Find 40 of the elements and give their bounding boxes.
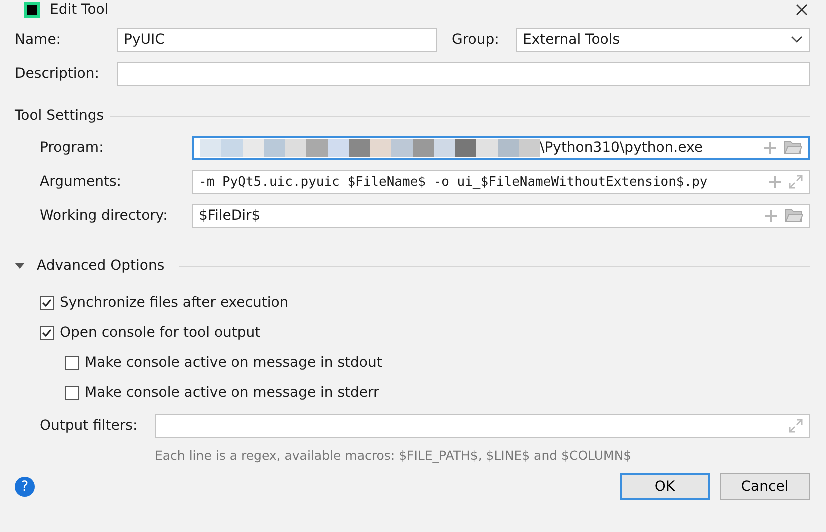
field-label: Name: bbox=[15, 32, 62, 48]
hint-text: Each line is a regex, available macros: $FILE_PATH$, $LINE$ and $COLUMN$ bbox=[155, 448, 633, 463]
field-label: Working directory: bbox=[40, 208, 169, 224]
field-label: Output filters: bbox=[40, 418, 139, 434]
checkbox-label[interactable]: Make console active on message in stdout bbox=[85, 355, 382, 371]
section-heading[interactable]: Advanced Options bbox=[37, 258, 165, 274]
group-dropdown[interactable]: External Tools bbox=[516, 28, 810, 52]
input-field[interactable]: $FileDir$ bbox=[192, 204, 810, 228]
folder-icon[interactable] bbox=[784, 141, 802, 155]
expand-icon[interactable] bbox=[789, 175, 803, 189]
expand-icon[interactable] bbox=[789, 419, 803, 433]
close-icon[interactable] bbox=[796, 4, 808, 16]
field-label: Program: bbox=[40, 140, 105, 156]
name-field[interactable]: PyUIC bbox=[117, 28, 437, 52]
dialog-button[interactable]: Cancel bbox=[720, 473, 810, 500]
folder-icon[interactable] bbox=[785, 209, 803, 223]
input-field[interactable]: -m PyQt5.uic.pyuic $FileName$ -o ui_$FileNameWithoutExtension$.py bbox=[192, 170, 810, 194]
field-label: Description: bbox=[15, 66, 100, 82]
checkbox-label[interactable]: Open console for tool output bbox=[60, 325, 261, 341]
chevron-down-icon bbox=[791, 36, 803, 44]
help-button[interactable]: ? bbox=[15, 476, 35, 496]
description-field[interactable] bbox=[117, 62, 810, 86]
dialog-button[interactable]: OK bbox=[620, 473, 710, 500]
app-icon bbox=[24, 2, 40, 18]
checkbox-label[interactable]: Synchronize files after execution bbox=[60, 295, 289, 311]
checkbox[interactable] bbox=[40, 326, 54, 340]
checkbox-label[interactable]: Make console active on message in stderr bbox=[85, 385, 380, 401]
plus-icon[interactable] bbox=[765, 210, 777, 222]
checkbox[interactable] bbox=[65, 356, 79, 370]
plus-icon[interactable] bbox=[769, 176, 781, 188]
checkbox[interactable] bbox=[40, 296, 54, 310]
section-heading: Tool Settings bbox=[15, 108, 104, 124]
checkbox[interactable] bbox=[65, 386, 79, 400]
output-filters-field[interactable] bbox=[155, 414, 810, 438]
triangle-down-icon[interactable] bbox=[15, 261, 25, 271]
input-field[interactable]: \Python310\python.exe bbox=[192, 136, 810, 160]
window-title: Edit Tool bbox=[50, 2, 109, 18]
plus-icon[interactable] bbox=[764, 142, 776, 154]
field-label: Group: bbox=[452, 32, 500, 48]
field-label: Arguments: bbox=[40, 174, 122, 190]
